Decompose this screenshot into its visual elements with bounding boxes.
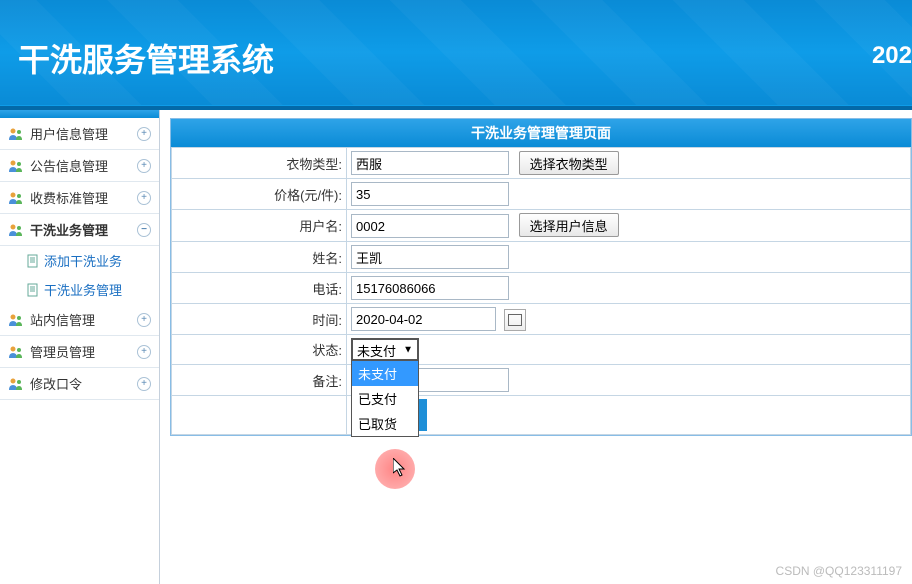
dropdown-option-unpaid[interactable]: 未支付 [352,361,418,386]
people-icon [8,126,24,142]
people-icon [8,344,24,360]
sidebar-item-fee-standard[interactable]: 收费标准管理 + [0,182,159,214]
label-clothing-type: 衣物类型: [172,148,347,179]
expand-icon[interactable]: + [137,191,151,205]
sidebar-item-label: 收费标准管理 [30,188,108,207]
expand-icon[interactable]: + [137,127,151,141]
chevron-down-icon: ▼ [403,344,413,355]
sidebar-item-messages[interactable]: 站内信管理 + [0,304,159,336]
sidebar-item-user-info[interactable]: 用户信息管理 + [0,118,159,150]
sidebar-item-label: 公告信息管理 [30,156,108,175]
people-icon [8,222,24,238]
people-icon [8,376,24,392]
sidebar-item-password[interactable]: 修改口令 + [0,368,159,400]
date-picker-icon[interactable] [504,309,526,331]
input-clothing-type[interactable] [351,151,509,175]
sidebar-item-label: 用户信息管理 [30,124,108,143]
dropdown-option-paid[interactable]: 已支付 [352,386,418,411]
panel-title: 干洗业务管理管理页面 [171,119,911,147]
label-username: 用户名: [172,210,347,242]
sidebar: 用户信息管理 + 公告信息管理 + 收费标准管理 + 干洗业务管理 − 添加干洗… [0,110,160,584]
label-price: 价格(元/件): [172,179,347,210]
input-name[interactable] [351,245,509,269]
label-name: 姓名: [172,242,347,273]
input-phone[interactable] [351,276,509,300]
status-select-wrap: 未支付 ▼ 未支付 已支付 已取货 [351,338,419,361]
sidebar-item-notice[interactable]: 公告信息管理 + [0,150,159,182]
status-dropdown: 未支付 已支付 已取货 [351,361,419,437]
status-value: 未支付 [357,344,396,359]
input-username[interactable] [351,214,509,238]
app-header: 干洗服务管理系统 202 [0,0,912,105]
input-time[interactable] [351,307,496,331]
input-price[interactable] [351,182,509,206]
header-year: 202 [872,42,912,70]
expand-icon[interactable]: + [137,377,151,391]
form-table: 衣物类型: 选择衣物类型 价格(元/件): 用户名: 选择用户信息 [171,147,911,435]
sidebar-stripe [0,110,159,118]
sidebar-subitem-label: 干洗业务管理 [44,280,122,299]
label-time: 时间: [172,304,347,335]
label-status: 状态: [172,335,347,365]
people-icon [8,190,24,206]
doc-icon [26,254,40,268]
sidebar-item-label: 修改口令 [30,374,82,393]
select-user-button[interactable]: 选择用户信息 [519,213,619,237]
expand-icon[interactable]: + [137,313,151,327]
watermark: CSDN @QQ123311197 [776,564,902,578]
doc-icon [26,283,40,297]
expand-icon[interactable]: + [137,345,151,359]
people-icon [8,312,24,328]
select-clothing-type-button[interactable]: 选择衣物类型 [519,151,619,175]
sidebar-item-label: 管理员管理 [30,342,95,361]
sidebar-subitem-manage-laundry[interactable]: 干洗业务管理 [0,275,159,304]
status-select[interactable]: 未支付 ▼ [351,338,419,361]
sidebar-item-label: 干洗业务管理 [30,220,108,239]
label-phone: 电话: [172,273,347,304]
label-remark: 备注: [172,365,347,396]
sidebar-item-laundry[interactable]: 干洗业务管理 − [0,214,159,246]
form-panel: 干洗业务管理管理页面 衣物类型: 选择衣物类型 价格(元/件): 用户名: [170,118,912,436]
main-content: 干洗业务管理管理页面 衣物类型: 选择衣物类型 价格(元/件): 用户名: [160,110,912,584]
submit-label-cell [172,396,347,435]
sidebar-subitem-add-laundry[interactable]: 添加干洗业务 [0,246,159,275]
people-icon [8,158,24,174]
dropdown-option-picked[interactable]: 已取货 [352,411,418,436]
collapse-icon[interactable]: − [137,223,151,237]
sidebar-subitem-label: 添加干洗业务 [44,251,122,270]
expand-icon[interactable]: + [137,159,151,173]
sidebar-item-admin[interactable]: 管理员管理 + [0,336,159,368]
sidebar-item-label: 站内信管理 [30,310,95,329]
app-title: 干洗服务管理系统 [0,0,912,81]
